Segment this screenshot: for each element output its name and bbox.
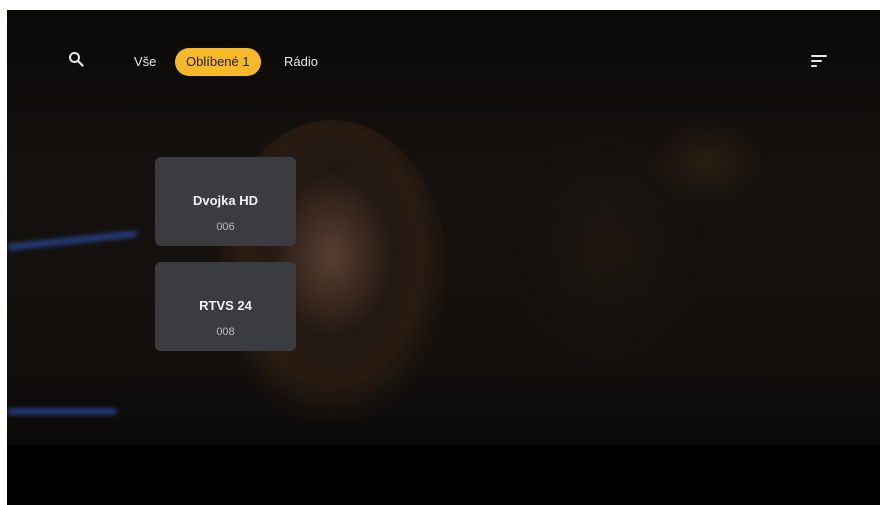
channel-card[interactable]: Dvojka HD 006 — [155, 157, 296, 246]
channel-number: 006 — [216, 221, 235, 233]
sort-icon[interactable] — [811, 55, 829, 69]
channel-name: Dvojka HD — [192, 193, 259, 208]
channel-card[interactable]: RTVS 24 008 — [155, 262, 296, 351]
tv-screen: Vše Oblíbené 1 Rádio Dvojka HD 006 RTVS … — [7, 10, 880, 505]
channel-name: RTVS 24 — [199, 298, 252, 313]
channel-number: 008 — [216, 326, 235, 338]
backdrop-light-stripe — [7, 408, 117, 415]
bottom-letterbox — [7, 445, 880, 505]
tab-all[interactable]: Vše — [124, 48, 166, 76]
tab-favorites[interactable]: Oblíbené 1 — [175, 48, 261, 76]
search-icon[interactable] — [68, 51, 84, 67]
tab-radio[interactable]: Rádio — [274, 48, 328, 76]
top-navigation: Vše Oblíbené 1 Rádio — [7, 10, 880, 110]
backdrop-light-stripe — [7, 230, 138, 251]
